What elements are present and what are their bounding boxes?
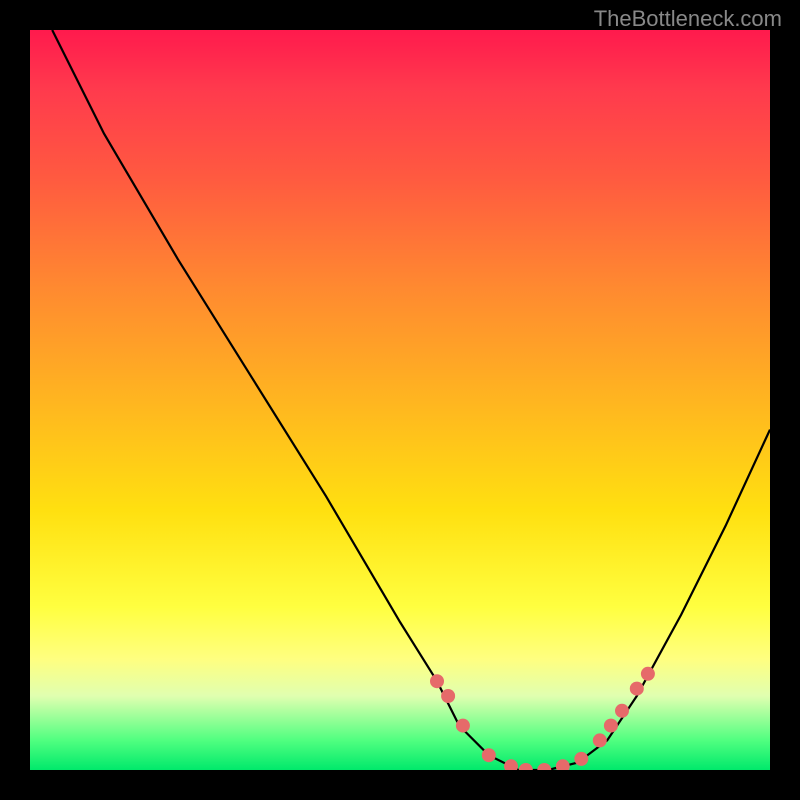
bottleneck-curve-line	[52, 30, 770, 770]
highlight-dot	[456, 719, 470, 733]
highlight-dot	[482, 748, 496, 762]
highlight-dot	[574, 752, 588, 766]
highlight-dot	[556, 759, 570, 770]
highlight-dot	[519, 763, 533, 770]
highlight-dot	[615, 704, 629, 718]
watermark-text: TheBottleneck.com	[594, 6, 782, 32]
highlight-dot	[630, 682, 644, 696]
highlight-dot	[441, 689, 455, 703]
chart-svg	[30, 30, 770, 770]
highlight-dot	[430, 674, 444, 688]
highlight-dot	[604, 719, 618, 733]
highlight-dot	[593, 733, 607, 747]
highlight-dot	[641, 667, 655, 681]
highlight-dot	[504, 759, 518, 770]
highlight-dot	[537, 763, 551, 770]
